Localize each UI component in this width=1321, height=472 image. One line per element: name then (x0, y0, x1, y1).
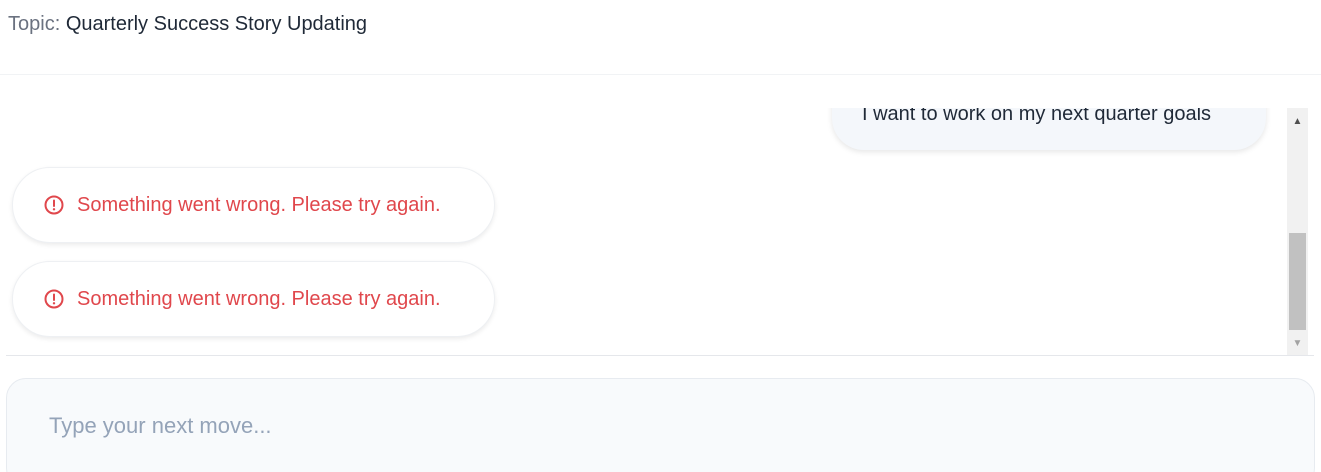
topic-prefix: Topic: (8, 13, 61, 35)
topic-title: Quarterly Success Story Updating (65, 13, 368, 35)
alert-circle-icon (43, 288, 65, 310)
message-input-container[interactable] (6, 378, 1315, 472)
error-message-text: Something went wrong. Please try again. (77, 193, 441, 216)
user-message-bubble: I want to work on my next quarter goals (832, 108, 1266, 150)
scroll-thumb[interactable] (1289, 233, 1306, 330)
error-message-bubble: Something went wrong. Please try again. (12, 261, 495, 337)
scroll-down-arrow-icon[interactable]: ▼ (1287, 333, 1308, 353)
message-input[interactable] (49, 413, 1272, 439)
error-message-text: Something went wrong. Please try again. (77, 287, 441, 310)
chat-page: Topic: Quarterly Success Story Updating … (0, 0, 1321, 472)
user-message-text: I want to work on my next quarter goals (862, 108, 1212, 125)
chat-scrollbar[interactable]: ▲ ▼ (1287, 108, 1308, 355)
topic-header: Topic: Quarterly Success Story Updating (0, 0, 1321, 75)
alert-circle-icon (43, 194, 65, 216)
scroll-up-arrow-icon[interactable]: ▲ (1287, 111, 1308, 131)
chat-messages[interactable]: I want to work on my next quarter goals … (6, 108, 1314, 356)
error-message-bubble: Something went wrong. Please try again. (12, 167, 495, 243)
